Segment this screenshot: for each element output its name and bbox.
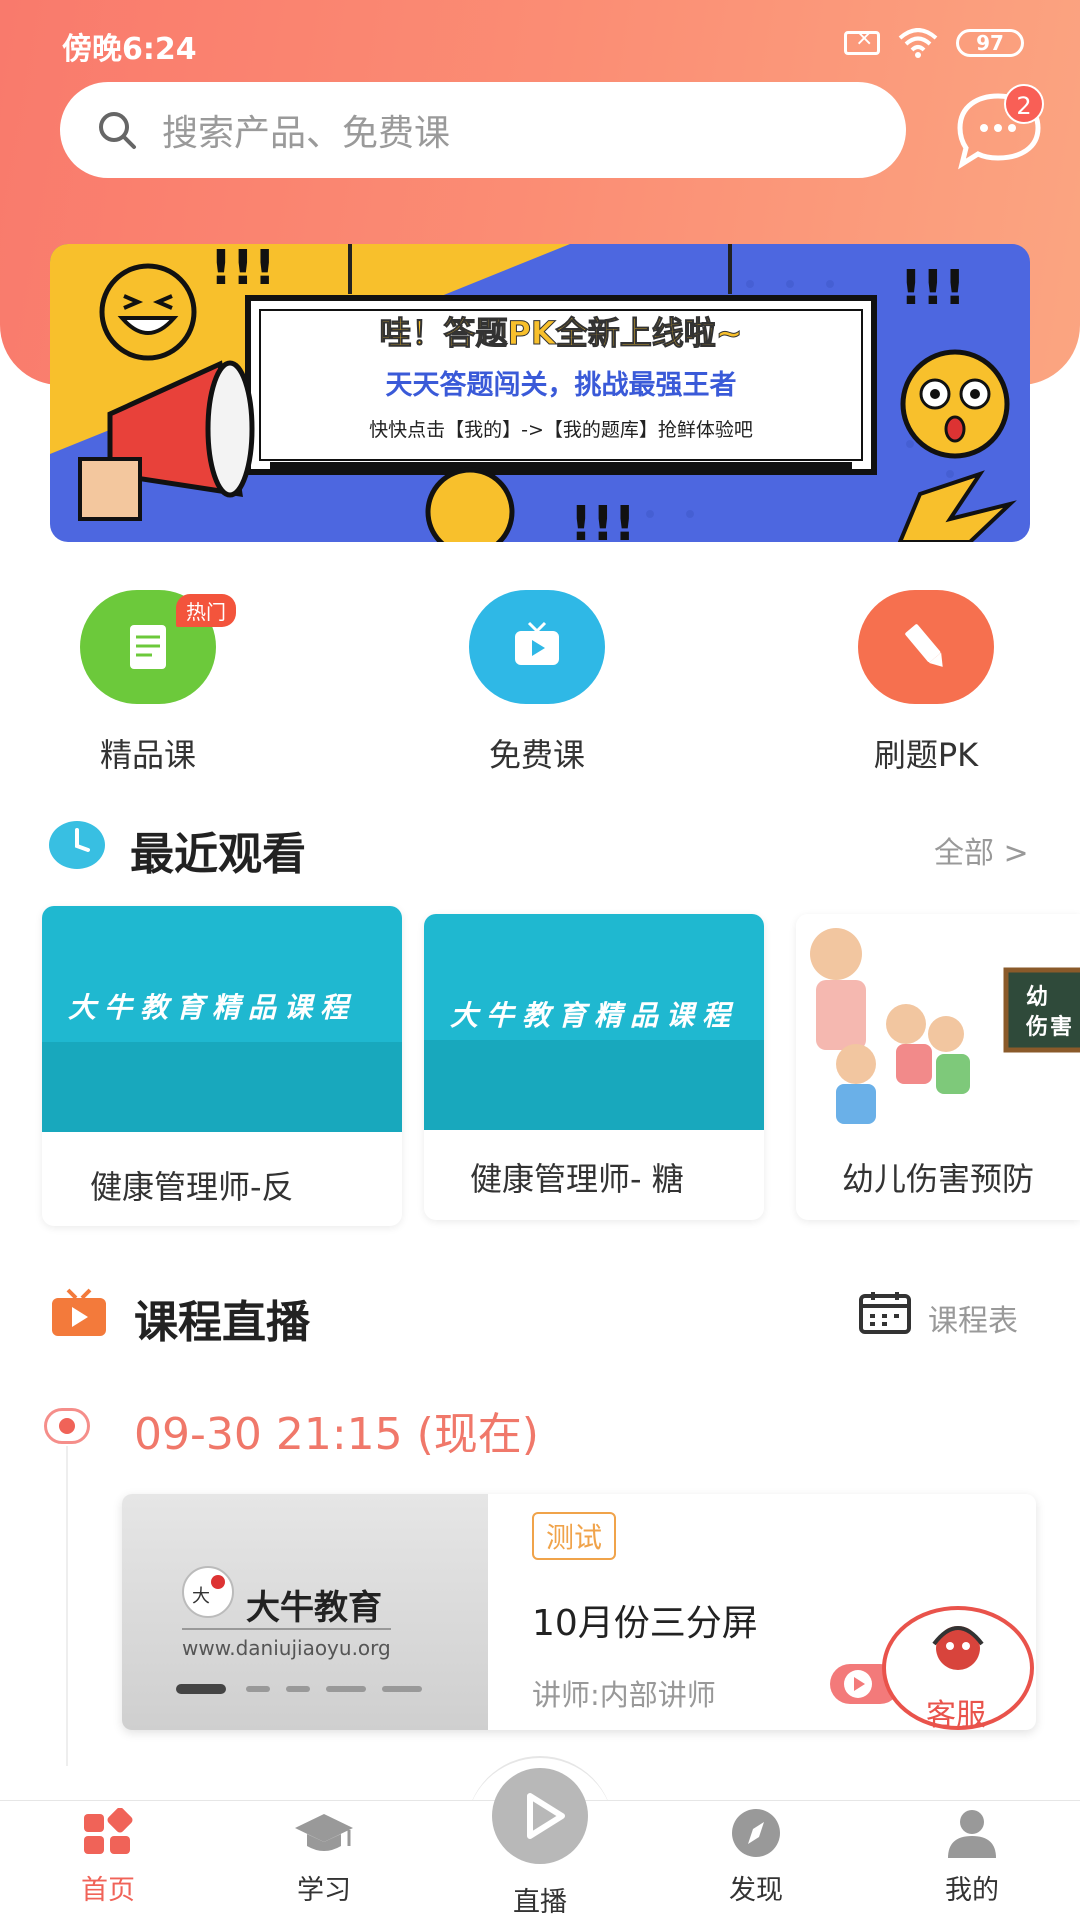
- status-time: 傍晚6:24: [62, 32, 197, 67]
- search-input[interactable]: 搜索产品、免费课: [60, 82, 906, 178]
- status-bar: 傍晚6:24 97: [0, 0, 1080, 86]
- no-sim-icon: [844, 26, 880, 55]
- search-placeholder: 搜索产品、免费课: [162, 113, 451, 154]
- graduation-cap-icon: [295, 1814, 353, 1851]
- course-thumbnail: 幼 伤害: [796, 914, 1080, 1130]
- thumbnail-blur-text: [176, 1684, 422, 1694]
- nav-label: 直播: [513, 1887, 567, 1918]
- thumbnail-brand: 大牛教育: [246, 1588, 382, 1628]
- recent-section-title: 最近观看: [130, 829, 306, 880]
- nav-item-profile[interactable]: 我的: [902, 1808, 1042, 1907]
- banner-subtitle: 天天答题闯关，挑战最强王者: [386, 369, 737, 401]
- home-grid-icon: [84, 1807, 133, 1854]
- svg-text:!!!: !!!: [900, 260, 966, 316]
- nav-label: 我的: [945, 1875, 999, 1906]
- live-course-thumbnail: 大 大牛教育 www.daniujiaoyu.org: [122, 1494, 488, 1730]
- live-section-title: 课程直播: [134, 1297, 310, 1348]
- promo-banner[interactable]: 哇！答题PK全新上线啦~ 天天答题闯关，挑战最强王者 快快点击【我的】->【我的…: [50, 244, 1030, 542]
- wifi-icon: [898, 28, 938, 58]
- thumbnail-url: www.daniujiaoyu.org: [182, 1628, 391, 1660]
- live-time: 09-30 21:15 (现在): [134, 1409, 539, 1460]
- tv-play-icon: [469, 590, 605, 704]
- course-tag: 测试: [532, 1512, 617, 1560]
- nav-label: 学习: [297, 1875, 351, 1906]
- hot-badge: 热门: [176, 594, 236, 627]
- svg-text:!!!: !!!: [570, 496, 636, 542]
- recent-course-card[interactable]: 大牛教育精品课程 健康管理师- 糖: [424, 914, 764, 1220]
- search-icon: [99, 112, 136, 149]
- course-title: 幼儿伤害预防: [842, 1160, 1035, 1198]
- recent-course-card[interactable]: 幼 伤害 幼儿伤害预防: [796, 914, 1080, 1220]
- course-title: 健康管理师- 糖: [470, 1160, 684, 1198]
- quick-entry-label: 精品课: [99, 736, 196, 774]
- thumbnail-caption: 大牛教育精品课程: [68, 991, 357, 1024]
- customer-service-label[interactable]: 客服: [926, 1690, 986, 1734]
- course-thumbnail: 大牛教育精品课程: [42, 906, 402, 1132]
- svg-text:!!!: !!!: [210, 244, 276, 296]
- banner-title: 哇！答题PK全新上线啦~: [379, 314, 742, 352]
- battery-indicator: 97: [956, 29, 1024, 57]
- timeline-line: [66, 1446, 68, 1766]
- nav-item-study[interactable]: 学习: [254, 1808, 394, 1907]
- quick-entry-label: 免费课: [488, 736, 585, 774]
- quick-entry-label: 刷题PK: [873, 736, 979, 774]
- nav-item-live[interactable]: 直播: [470, 1766, 610, 1919]
- compass-icon: [732, 1809, 780, 1857]
- quick-entry-premium-course[interactable]: 热门 精品课: [38, 590, 258, 776]
- nav-label: 发现: [729, 1875, 783, 1906]
- clock-icon: [49, 821, 105, 869]
- timeline-dot: [44, 1408, 90, 1444]
- recent-course-card[interactable]: 大牛教育精品课程 健康管理师-反: [42, 906, 402, 1226]
- live-play-icon: [492, 1768, 588, 1864]
- message-badge: 2: [1004, 84, 1044, 124]
- quick-entry-quiz-pk[interactable]: 刷题PK: [816, 590, 1036, 776]
- svg-text:大: 大: [192, 1586, 210, 1607]
- calendar-icon[interactable]: [858, 1290, 912, 1334]
- daniu-logo-icon: 大: [182, 1566, 234, 1618]
- banner-note: 快快点击【我的】->【我的题库】抢鲜体验吧: [369, 419, 753, 441]
- status-icons: 97: [844, 26, 1024, 58]
- live-course-title: 10月份三分屏: [532, 1603, 758, 1644]
- thumbnail-caption: 大牛教育精品课程: [450, 999, 739, 1032]
- user-icon: [948, 1810, 996, 1858]
- nav-label: 首页: [81, 1875, 135, 1906]
- nav-item-home[interactable]: 首页: [38, 1807, 178, 1907]
- recent-view-all-link[interactable]: 全部 >: [934, 828, 1029, 872]
- live-tv-icon: [52, 1288, 106, 1336]
- thumbnail-caption: 幼 伤害: [1026, 984, 1075, 1040]
- banner-artwork: 哇！答题PK全新上线啦~ 天天答题闯关，挑战最强王者 快快点击【我的】->【我的…: [50, 244, 1030, 542]
- quick-entry-free-course[interactable]: 免费课: [427, 590, 647, 776]
- live-course-teacher: 讲师:内部讲师: [532, 1678, 716, 1712]
- pencil-icon: [858, 590, 994, 704]
- nav-item-discover[interactable]: 发现: [686, 1808, 826, 1907]
- course-title: 健康管理师-反: [90, 1168, 294, 1206]
- course-thumbnail: 大牛教育精品课程: [424, 914, 764, 1130]
- course-schedule-link[interactable]: 课程表: [928, 1296, 1018, 1340]
